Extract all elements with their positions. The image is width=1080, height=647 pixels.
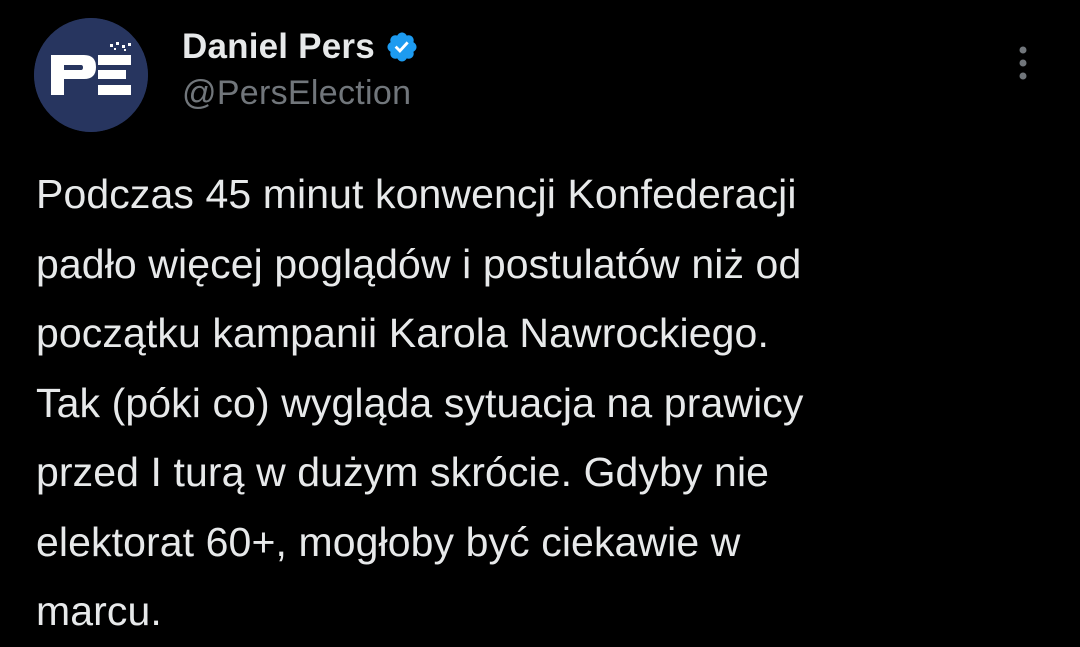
avatar-logo-icon — [34, 18, 148, 132]
more-options-icon[interactable] — [1008, 44, 1038, 86]
avatar[interactable] — [34, 18, 148, 132]
author-name-row: Daniel Pers — [182, 24, 419, 70]
author-handle[interactable]: @PersElection — [182, 74, 411, 113]
author-display-name[interactable]: Daniel Pers — [182, 27, 375, 67]
tweet-text: Podczas 45 minut konwencji Konfederacji … — [36, 171, 804, 634]
verified-badge-icon[interactable] — [385, 30, 419, 64]
tweet-card: Daniel Pers @PersElection Podczas 45 min… — [0, 0, 1080, 638]
